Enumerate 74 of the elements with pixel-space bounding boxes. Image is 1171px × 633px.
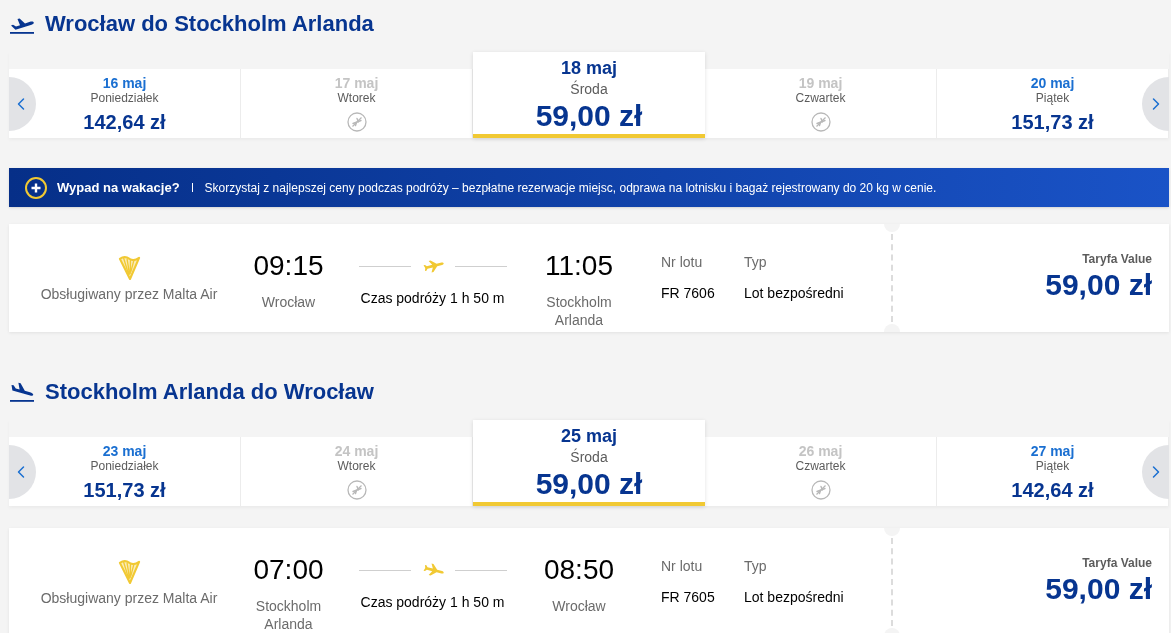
arrival-time: 11:05	[545, 250, 613, 282]
landing-plane-icon	[10, 382, 34, 402]
no-flight-icon	[810, 112, 831, 132]
no-flight-icon	[346, 480, 367, 500]
duration-label: Czas podróży 1 h 50 m	[360, 593, 505, 611]
plus-circle-icon	[25, 176, 47, 199]
fare-price: 59,00 zł	[1045, 572, 1152, 606]
price-label: 59,00 zł	[535, 99, 643, 133]
flight-number-label: Nr lotu	[661, 253, 703, 271]
date-card[interactable]: 25 maj Środa 59,00 zł	[473, 420, 705, 506]
date-label: 26 maj	[798, 443, 843, 459]
date-label: 27 maj	[1030, 443, 1075, 459]
date-label: 19 maj	[798, 75, 843, 91]
no-flight-icon	[346, 112, 367, 132]
departure-time: 09:15	[253, 250, 324, 282]
route-title: Stockholm Arlanda do Wrocław	[45, 378, 374, 406]
date-label: 24 maj	[334, 443, 379, 459]
weekday-label: Środa	[570, 81, 608, 97]
harp-logo-icon	[117, 558, 141, 585]
price-label: 151,73 zł	[83, 478, 166, 502]
price-label: 142,64 zł	[1011, 478, 1094, 502]
flight-type: Lot bezpośredni	[744, 588, 844, 606]
price-label: 151,73 zł	[1011, 110, 1094, 134]
operator-label: Obsługiwany przez Malta Air	[40, 589, 218, 607]
flight-number: FR 7605	[661, 588, 715, 606]
operator-label: Obsługiwany przez Malta Air	[40, 285, 218, 303]
weekday-label: Piątek	[1035, 459, 1070, 473]
no-flight-icon	[810, 480, 831, 500]
weekday-label: Wtorek	[337, 91, 376, 105]
flight-type: Lot bezpośredni	[744, 284, 844, 302]
route-title: Wrocław do Stockholm Arlanda	[45, 10, 374, 38]
date-label: 25 maj	[560, 425, 617, 447]
harp-logo-icon	[117, 254, 141, 281]
date-card[interactable]: 26 maj Czwartek	[705, 437, 937, 506]
type-label: Typ	[744, 253, 767, 271]
arrival-time: 08:50	[543, 554, 615, 586]
weekday-label: Wtorek	[337, 459, 376, 473]
fare-label: Taryfa Value	[1082, 251, 1152, 267]
duration-label: Czas podróży 1 h 50 m	[360, 289, 505, 307]
date-label: 23 maj	[102, 443, 147, 459]
date-card[interactable]: 24 maj Wtorek	[241, 437, 473, 506]
date-card[interactable]: 19 maj Czwartek	[705, 69, 937, 138]
flight-number-label: Nr lotu	[661, 557, 703, 575]
flight-card[interactable]: Obsługiwany przez Malta Air 07:00 Stockholm Arlanda Czas podróży 1 h 50 m 08:50 Wrocław Nr lotu FR 7605 Typ Lot bezpośredni Taryfa Value 59,00 zł	[9, 528, 1169, 633]
price-label: 142,64 zł	[83, 110, 166, 134]
weekday-label: Poniedziałek	[90, 459, 159, 473]
date-label: 18 maj	[560, 57, 617, 79]
arrival-airport: Stockholm Arlanda	[545, 293, 613, 329]
date-label: 17 maj	[334, 75, 379, 91]
flight-card[interactable]: Obsługiwany przez Malta Air 09:15 Wrocław Czas podróży 1 h 50 m 11:05 Stockholm Arlanda Nr lotu FR 7606 Typ Lot bezpośredni Taryfa Value 59,00 zł	[9, 224, 1169, 332]
date-label: 20 maj	[1030, 75, 1075, 91]
date-card[interactable]: 20 maj Piątek 151,73 zł	[937, 69, 1169, 138]
weekday-label: Środa	[570, 449, 608, 465]
weekday-label: Czwartek	[795, 459, 846, 473]
banner-title: Wypad na wakacje?	[57, 178, 180, 197]
flight-number: FR 7606	[661, 284, 715, 302]
date-label: 16 maj	[102, 75, 147, 91]
date-card[interactable]: 18 maj Środa 59,00 zł	[473, 52, 705, 138]
weekday-label: Poniedziałek	[90, 91, 159, 105]
banner-text: Skorzystaj z najlepszej ceny podczas podróży – bezpłatne rezerwacje miejsc, odprawa na lotnisku i bagaż rejestrowany do 20 kg w cenie.	[204, 179, 937, 197]
date-card[interactable]: 27 maj Piątek 142,64 zł	[937, 437, 1169, 506]
date-card[interactable]: 23 maj Poniedziałek 151,73 zł	[9, 437, 241, 506]
fare-label: Taryfa Value	[1082, 555, 1152, 571]
price-label: 59,00 zł	[535, 467, 643, 501]
departure-airport: Wrocław	[261, 293, 316, 311]
date-card[interactable]: 16 maj Poniedziałek 142,64 zł	[9, 69, 241, 138]
weekday-label: Piątek	[1035, 91, 1070, 105]
type-label: Typ	[744, 557, 767, 575]
arrival-airport: Wrocław	[552, 597, 606, 615]
departure-airport: Stockholm Arlanda	[254, 597, 323, 633]
fare-price: 59,00 zł	[1045, 268, 1152, 302]
weekday-label: Czwartek	[795, 91, 846, 105]
departure-time: 07:00	[253, 554, 324, 586]
date-card[interactable]: 17 maj Wtorek	[241, 69, 473, 138]
